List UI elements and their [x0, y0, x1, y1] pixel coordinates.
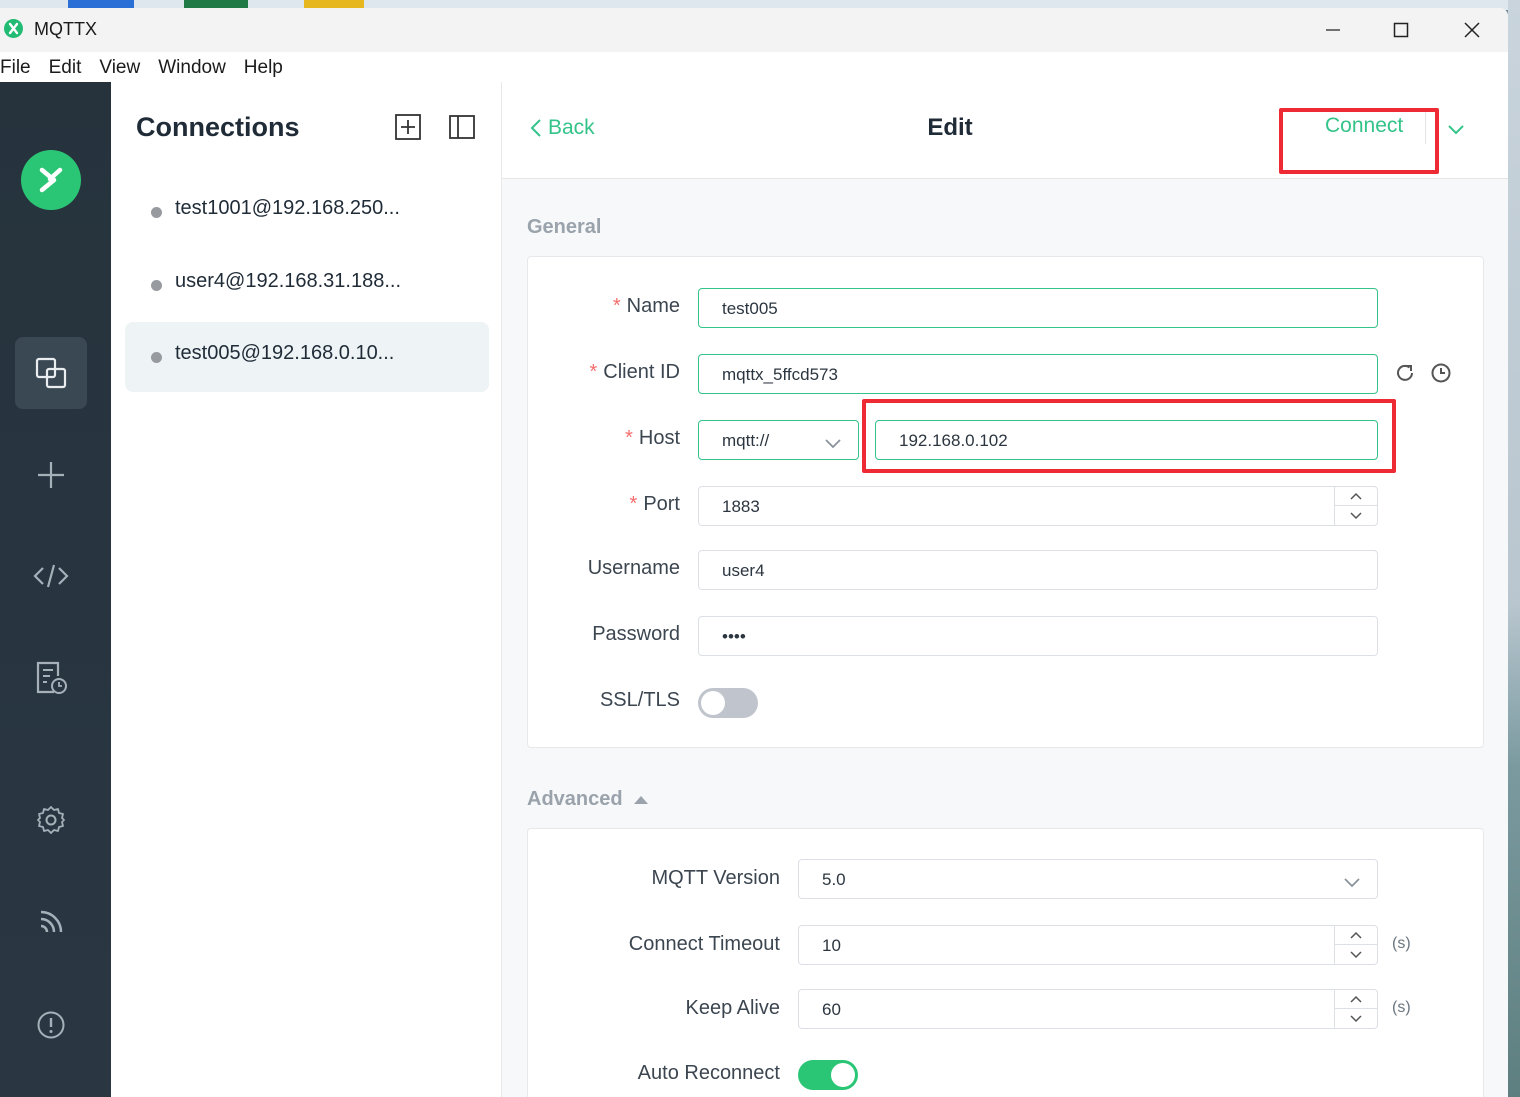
port-field[interactable]: 1883 — [698, 486, 1378, 526]
port-stepper — [1334, 487, 1377, 525]
menu-edit[interactable]: Edit — [49, 52, 91, 82]
port-label: * Port — [629, 493, 680, 515]
close-button[interactable] — [1449, 14, 1495, 46]
rss-icon[interactable] — [15, 886, 87, 958]
gear-icon[interactable] — [15, 784, 87, 856]
ssl-label: SSL/TLS — [599, 689, 680, 711]
increment-icon[interactable] — [1335, 990, 1377, 1009]
connection-item[interactable]: test1001@192.168.250... — [125, 177, 489, 247]
general-section-label: General — [527, 216, 602, 238]
chevron-down-icon — [824, 434, 842, 454]
increment-icon[interactable] — [1335, 487, 1377, 506]
app-logo-icon — [4, 19, 23, 38]
caret-up-icon — [633, 795, 648, 804]
edit-header: Back Edit Connect — [502, 82, 1508, 179]
keep-alive-stepper — [1334, 990, 1377, 1028]
chevron-down-icon — [1343, 873, 1361, 893]
window-title: MQTTX — [34, 19, 97, 39]
plus-icon[interactable] — [15, 439, 87, 511]
increment-icon[interactable] — [1335, 926, 1377, 945]
toggle-knob — [701, 691, 725, 715]
advanced-section-label: Advanced — [527, 788, 623, 810]
connection-item[interactable]: user4@192.168.31.188... — [125, 250, 489, 320]
sidebar — [0, 82, 111, 1097]
decrement-icon[interactable] — [1335, 945, 1377, 964]
connection-item-selected[interactable]: test005@192.168.0.10... — [125, 322, 489, 392]
keep-alive-value: 60 — [822, 1000, 841, 1019]
title-bar: MQTTX — [0, 8, 1508, 52]
connections-title: Connections — [136, 112, 300, 142]
protocol-value: mqtt:// — [722, 431, 770, 450]
log-icon[interactable] — [15, 642, 87, 714]
page-title: Edit — [927, 114, 973, 141]
timeout-unit: (s) — [1392, 935, 1411, 952]
connections-panel: Connections test1001@192.168.250... user… — [111, 82, 502, 1097]
menu-bar: File Edit View Window Help — [0, 52, 1508, 82]
keep-alive-unit: (s) — [1392, 999, 1411, 1016]
clock-icon[interactable] — [1430, 362, 1452, 384]
auto-reconnect-toggle[interactable] — [798, 1060, 858, 1090]
password-field[interactable]: •••• — [698, 616, 1378, 656]
menu-help[interactable]: Help — [244, 52, 292, 82]
keep-alive-field[interactable]: 60 — [798, 989, 1378, 1029]
host-label: * Host — [625, 427, 680, 449]
desktop-wallpaper — [1508, 0, 1520, 1097]
chevron-down-icon[interactable] — [1445, 120, 1467, 140]
name-label: * Name — [612, 295, 680, 317]
connections-icon[interactable] — [15, 337, 87, 409]
highlight-box — [862, 399, 1396, 473]
connect-timeout-value: 10 — [822, 936, 841, 955]
password-label: Password — [592, 623, 680, 645]
minimize-button[interactable] — [1310, 14, 1356, 46]
toggle-knob — [831, 1063, 855, 1087]
mqtt-version-label: MQTT Version — [651, 867, 780, 889]
general-card: * Name test005 * Client ID mqttx_5ffcd573 … — [527, 256, 1484, 748]
name-field[interactable]: test005 — [698, 288, 1378, 328]
highlight-box — [1279, 108, 1439, 174]
refresh-icon[interactable] — [1394, 362, 1416, 384]
username-field[interactable]: user4 — [698, 550, 1378, 590]
connection-name: user4@192.168.31.188... — [175, 270, 402, 292]
mqtt-version-select[interactable]: 5.0 — [798, 859, 1378, 899]
advanced-section[interactable]: Advanced — [527, 788, 649, 811]
mqttx-logo-icon — [21, 150, 81, 210]
menu-view[interactable]: View — [99, 52, 149, 82]
status-dot — [151, 352, 162, 363]
connection-name: test1001@192.168.250... — [175, 197, 400, 219]
decrement-icon[interactable] — [1335, 506, 1377, 525]
app-window: MQTTX File Edit View Window Help Connect… — [0, 8, 1508, 1097]
status-dot — [151, 280, 162, 291]
timeout-stepper — [1334, 926, 1377, 964]
advanced-card: MQTT Version 5.0 Connect Timeout 10 (s) … — [527, 828, 1484, 1097]
keep-alive-label: Keep Alive — [685, 997, 780, 1019]
status-dot — [151, 207, 162, 218]
auto-reconnect-label: Auto Reconnect — [637, 1062, 780, 1084]
client-id-label: * Client ID — [589, 361, 681, 383]
menu-file[interactable]: File — [0, 52, 40, 82]
protocol-select[interactable]: mqtt:// — [698, 420, 859, 460]
edit-main: Back Edit Connect General * Name test005 … — [502, 82, 1508, 1097]
client-id-field[interactable]: mqttx_5ffcd573 — [698, 354, 1378, 394]
decrement-icon[interactable] — [1335, 1009, 1377, 1028]
mqtt-version-value: 5.0 — [822, 870, 846, 889]
toggle-panel-icon[interactable] — [447, 112, 477, 142]
menu-window[interactable]: Window — [158, 52, 235, 82]
connection-name: test005@192.168.0.10... — [175, 342, 395, 364]
code-icon[interactable] — [15, 540, 87, 612]
info-icon[interactable] — [15, 989, 87, 1061]
connect-timeout-field[interactable]: 10 — [798, 925, 1378, 965]
maximize-button[interactable] — [1378, 14, 1424, 46]
new-connection-icon[interactable] — [393, 112, 423, 142]
connect-timeout-label: Connect Timeout — [628, 933, 780, 955]
ssl-toggle[interactable] — [698, 688, 758, 718]
username-label: Username — [587, 557, 680, 579]
port-value: 1883 — [722, 497, 760, 516]
